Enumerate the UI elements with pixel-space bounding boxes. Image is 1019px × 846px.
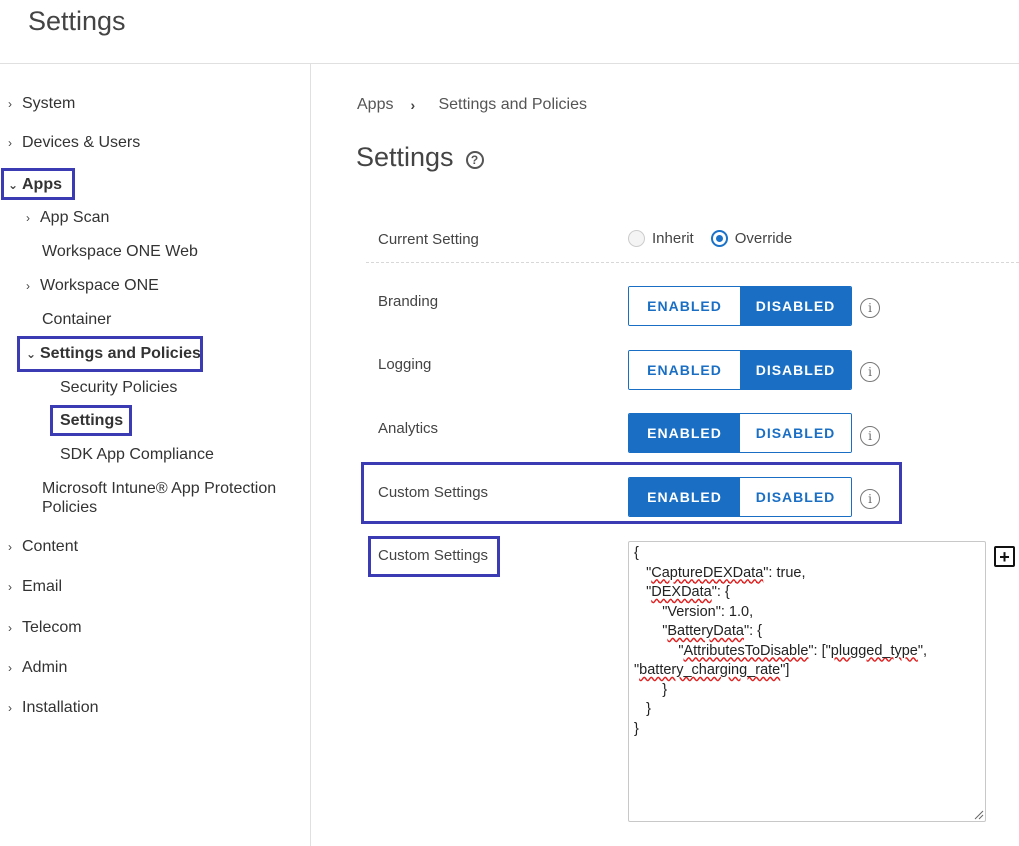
radio-inherit-circle[interactable] — [628, 230, 645, 247]
sidebar-item-label: Container — [42, 311, 112, 328]
custom-settings-toggle: ENABLED DISABLED — [628, 477, 852, 517]
branding-disabled-button[interactable]: DISABLED — [740, 287, 851, 325]
radio-override-label: Override — [734, 230, 793, 247]
sidebar-item-settings-and-policies[interactable]: ⌄ Settings and Policies — [26, 341, 201, 367]
sidebar-item-system[interactable]: › System — [8, 91, 75, 117]
custom-settings-toggle-label: Custom Settings — [378, 484, 489, 501]
sidebar-item-admin[interactable]: › Admin — [8, 655, 67, 681]
custom-settings-enabled-button[interactable]: ENABLED — [629, 478, 740, 516]
sidebar-item-email[interactable]: › Email — [8, 574, 62, 600]
current-setting-label: Current Setting — [378, 231, 479, 248]
sidebar-item-content[interactable]: › Content — [8, 534, 78, 560]
chevron-down-icon: ⌄ — [8, 178, 19, 192]
chevron-right-icon: › — [8, 540, 12, 554]
logging-disabled-button[interactable]: DISABLED — [740, 351, 851, 389]
chevron-right-icon: › — [8, 97, 12, 111]
sidebar-item-security-policies[interactable]: Security Policies — [60, 375, 177, 401]
sidebar-item-label: Admin — [22, 659, 68, 676]
sidebar-item-sdk-app-compliance[interactable]: SDK App Compliance — [60, 442, 214, 468]
sidebar-item-label: Apps — [22, 176, 62, 193]
sidebar-item-label: Settings — [60, 412, 124, 429]
sidebar-item-label: Microsoft Intune® App Protection Policie… — [42, 480, 277, 516]
sidebar-item-devices-users[interactable]: › Devices & Users — [8, 130, 140, 156]
branding-toggle: ENABLED DISABLED — [628, 286, 852, 326]
sidebar-item-label: Security Policies — [60, 379, 178, 396]
analytics-label: Analytics — [378, 420, 439, 437]
code-line: "DEXData": { — [634, 584, 730, 600]
main-content: Apps › Settings and Policies Settings ? … — [312, 64, 1019, 846]
custom-settings-label: Custom Settings — [378, 547, 489, 564]
analytics-disabled-button[interactable]: DISABLED — [740, 414, 851, 452]
sidebar-item-settings[interactable]: Settings — [60, 408, 123, 434]
chevron-right-icon: › — [8, 580, 12, 594]
sidebar-item-label: Workspace ONE — [40, 277, 159, 294]
info-icon[interactable]: i — [860, 426, 880, 446]
sidebar-item-app-scan[interactable]: › App Scan — [26, 205, 109, 231]
chevron-right-icon: › — [26, 211, 30, 225]
resize-handle-icon[interactable] — [972, 808, 984, 820]
sidebar-item-label: App Scan — [40, 209, 110, 226]
radio-override[interactable]: Override — [710, 230, 793, 247]
radio-inherit[interactable]: Inherit — [628, 230, 694, 247]
sidebar-item-intune-app-protection[interactable]: Microsoft Intune® App Protection Policie… — [42, 479, 302, 517]
sidebar-item-label: Workspace ONE Web — [42, 243, 198, 260]
chevron-right-icon: › — [8, 661, 12, 675]
sidebar-item-label: SDK App Compliance — [60, 446, 214, 463]
breadcrumb: Apps › Settings and Policies — [357, 96, 587, 114]
sidebar-item-workspace-one-web[interactable]: Workspace ONE Web — [42, 239, 198, 265]
info-icon[interactable]: i — [860, 489, 880, 509]
sidebar-item-container[interactable]: Container — [42, 307, 111, 333]
sidebar-item-label: System — [22, 95, 76, 112]
chevron-right-icon: › — [8, 701, 12, 715]
branding-label: Branding — [378, 293, 439, 310]
current-setting-radio-group: Inherit Override — [628, 230, 809, 247]
logging-label: Logging — [378, 356, 432, 373]
chevron-right-icon: › — [8, 136, 12, 150]
code-line: "BatteryData": { — [634, 623, 762, 639]
chevron-down-icon: ⌄ — [26, 347, 37, 361]
custom-settings-textarea[interactable]: { "CaptureDEXData": true, "DEXData": { "… — [628, 541, 986, 822]
code-line: "battery_charging_rate"] — [634, 662, 790, 678]
page-title: Settings ? — [356, 142, 484, 173]
page-header: Settings — [0, 0, 1019, 64]
sidebar-item-telecom[interactable]: › Telecom — [8, 615, 82, 641]
breadcrumb-apps[interactable]: Apps — [357, 96, 393, 114]
custom-settings-disabled-button[interactable]: DISABLED — [740, 478, 851, 516]
code-line: } — [634, 701, 651, 717]
sidebar: › System › Devices & Users ⌄ Apps › App … — [0, 64, 311, 846]
code-line: } — [634, 720, 639, 737]
chevron-right-icon: › — [8, 621, 12, 635]
logging-toggle: ENABLED DISABLED — [628, 350, 852, 390]
sidebar-item-label: Settings and Policies — [40, 345, 201, 362]
radio-override-circle[interactable] — [710, 230, 728, 247]
divider — [366, 262, 1019, 263]
radio-inherit-label: Inherit — [652, 230, 694, 247]
add-icon[interactable]: + — [994, 546, 1015, 567]
code-line: } — [634, 681, 668, 698]
code-line: "AttributesToDisable": ["plugged_type", — [634, 642, 928, 659]
code-line: { — [634, 545, 639, 561]
sidebar-item-workspace-one[interactable]: › Workspace ONE — [26, 273, 159, 299]
code-line: "Version": 1.0, — [634, 603, 754, 620]
app-title: Settings — [28, 6, 126, 36]
breadcrumb-current: Settings and Policies — [438, 96, 587, 113]
logging-enabled-button[interactable]: ENABLED — [629, 351, 740, 389]
analytics-toggle: ENABLED DISABLED — [628, 413, 852, 453]
branding-enabled-button[interactable]: ENABLED — [629, 287, 740, 325]
info-icon[interactable]: i — [860, 362, 880, 382]
info-icon[interactable]: i — [860, 298, 880, 318]
sidebar-item-installation[interactable]: › Installation — [8, 695, 99, 721]
chevron-right-icon: › — [26, 279, 30, 293]
code-line: "CaptureDEXData": true, — [634, 564, 806, 581]
analytics-enabled-button[interactable]: ENABLED — [629, 414, 740, 452]
help-icon[interactable]: ? — [465, 150, 484, 169]
sidebar-item-label: Devices & Users — [22, 134, 141, 151]
sidebar-item-label: Installation — [22, 699, 99, 716]
chevron-right-icon: › — [410, 97, 416, 113]
page-title-text: Settings — [356, 142, 454, 172]
sidebar-item-label: Telecom — [22, 619, 82, 636]
sidebar-item-apps[interactable]: ⌄ Apps — [8, 172, 62, 198]
sidebar-item-label: Content — [22, 538, 79, 555]
sidebar-item-label: Email — [22, 578, 63, 595]
